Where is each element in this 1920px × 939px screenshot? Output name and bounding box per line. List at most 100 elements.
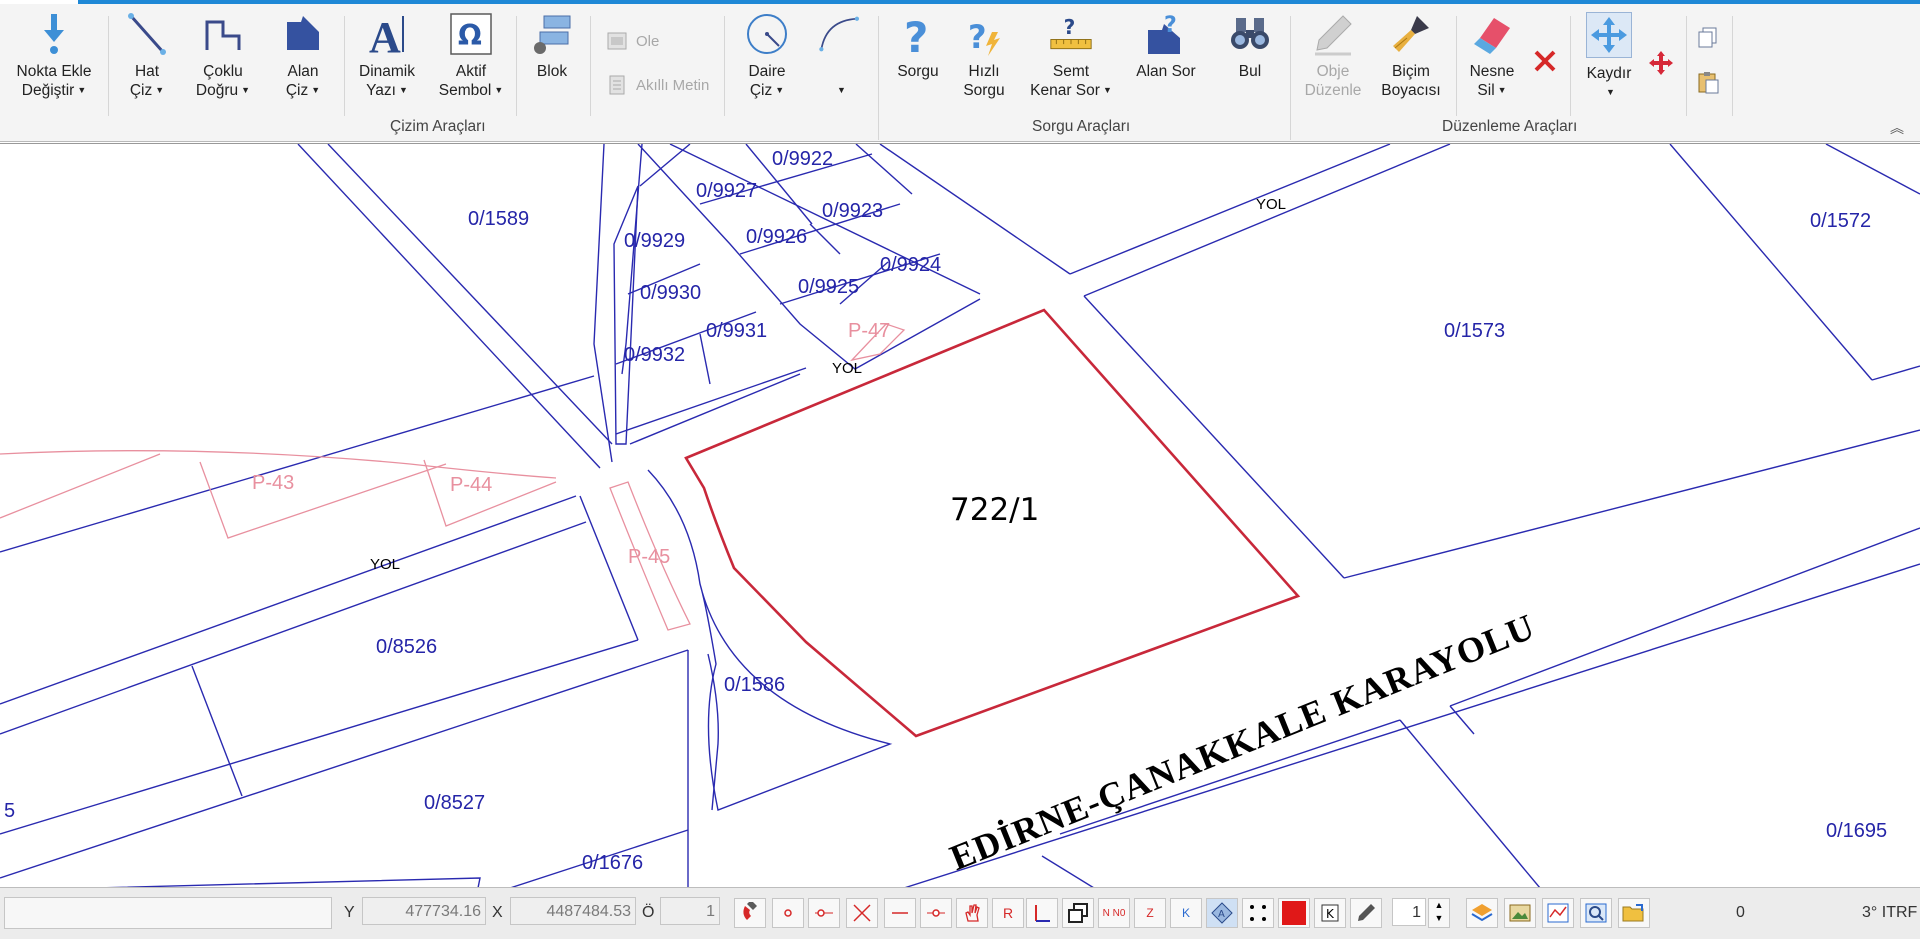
parcel-label[interactable]: 0/1695 <box>1826 820 1887 843</box>
spin-up-icon[interactable]: ▲ <box>1429 899 1449 912</box>
separator <box>1290 16 1291 116</box>
parcel-label[interactable]: 0/9930 <box>640 282 701 305</box>
road-label: YOL <box>370 556 401 573</box>
dinamik-yazi-label-1: Dinamik <box>359 63 415 80</box>
alan-ciz-button[interactable]: Alan Çiz ▼ <box>278 12 328 100</box>
parcel-label[interactable]: 0/8526 <box>376 636 437 659</box>
parcel-label[interactable]: 0/1586 <box>724 674 785 697</box>
yay-ciz-button[interactable]: ▼ <box>812 12 868 100</box>
selected-parcel-label[interactable]: 722/1 <box>950 492 1039 528</box>
hizli-sorgu-button[interactable]: ? Hızlı Sorgu <box>960 12 1008 100</box>
o-field[interactable]: 1 <box>660 897 720 925</box>
hat-ciz-button[interactable]: Hat Çiz ▼ <box>122 12 172 100</box>
step-value-field[interactable]: 1 <box>1392 898 1426 926</box>
z-icon[interactable]: Z <box>1134 898 1166 928</box>
color-swatch-icon[interactable] <box>1278 898 1310 928</box>
parcel-label[interactable]: 0/1573 <box>1444 320 1505 343</box>
daire-ciz-button[interactable]: Daire Çiz ▼ <box>742 12 792 100</box>
pink-label: P-45 <box>628 546 671 568</box>
snap-endpoint-icon[interactable] <box>808 898 840 928</box>
parcel-label[interactable]: 0/9925 <box>798 276 859 299</box>
group-label-duzenleme: Düzenleme Araçları <box>1442 118 1578 135</box>
obje-duzenle-label-1: Obje <box>1316 63 1350 80</box>
collapse-ribbon-icon[interactable]: ︽ <box>1890 118 1904 138</box>
map-canvas[interactable]: 0/9922 0/9927 0/9923 0/1589 0/9929 0/992… <box>0 143 1920 888</box>
separator <box>590 16 591 116</box>
x-label: X <box>492 904 503 921</box>
parcel-label[interactable]: 0/9927 <box>696 180 757 203</box>
coklu-dogru-button[interactable]: Çoklu Doğru ▼ <box>192 12 254 100</box>
step-spinner[interactable]: ▲ ▼ <box>1428 898 1450 928</box>
circle-draw-icon <box>745 12 789 56</box>
delete-x-icon[interactable] <box>1532 48 1558 74</box>
k-icon[interactable]: K <box>1170 898 1202 928</box>
grid-dots-icon[interactable] <box>1242 898 1274 928</box>
snap-intersection-icon[interactable] <box>846 898 878 928</box>
aktif-sembol-label-2: Sembol <box>438 82 492 99</box>
parcel-label[interactable]: 0/9923 <box>822 200 883 223</box>
separator <box>1570 16 1571 116</box>
parcel-label[interactable]: 0/9929 <box>624 230 685 253</box>
parcel-label[interactable]: 0/9932 <box>624 344 685 367</box>
ribbon: Nokta Ekle Değiştir ▼ Hat Çiz ▼ Çoklu Doğr… <box>0 4 1920 142</box>
pink-label: P-47 <box>848 320 891 342</box>
snap-midpoint-icon[interactable] <box>920 898 952 928</box>
parcel-label[interactable]: 0/1589 <box>468 208 529 231</box>
dropdown-caret-icon: ▼ <box>241 85 251 96</box>
akilli-metin-label: Akıllı Metin <box>636 76 710 94</box>
dinamik-yazi-button[interactable]: A Dinamik Yazı ▼ <box>352 12 422 100</box>
copy-icon[interactable] <box>1696 26 1720 50</box>
chart-icon[interactable] <box>1542 898 1574 928</box>
akilli-metin-button[interactable]: Akıllı Metin <box>606 74 709 96</box>
parcel-label[interactable]: 0/9924 <box>880 254 941 277</box>
snap-magnet-icon[interactable] <box>734 898 766 928</box>
separator <box>1686 16 1687 116</box>
dropdown-caret-icon: ▼ <box>398 85 408 96</box>
window-overlap-icon[interactable] <box>1062 898 1094 928</box>
parcel-label[interactable]: 0/9931 <box>706 320 767 343</box>
numbering-icon[interactable]: N N0 <box>1098 898 1130 928</box>
pink-label: P-43 <box>252 472 295 494</box>
bul-button[interactable]: Bul <box>1226 12 1274 81</box>
paste-icon[interactable] <box>1696 70 1720 94</box>
parcel-label[interactable]: 0/9926 <box>746 226 807 249</box>
image-icon[interactable] <box>1504 898 1536 928</box>
semt-kenar-sor-button[interactable]: ? Semt Kenar Sor ▼ <box>1026 12 1116 100</box>
nokta-ekle-button[interactable]: Nokta Ekle Değiştir ▼ <box>12 12 96 100</box>
y-coordinate-field[interactable]: 477734.16 <box>362 897 486 925</box>
small-move-icon[interactable] <box>1648 50 1674 76</box>
pan-hand-icon[interactable] <box>956 898 988 928</box>
aktif-sembol-button[interactable]: Ω Aktif Sembol ▼ <box>434 12 508 100</box>
blok-button[interactable]: Blok <box>530 12 574 81</box>
alan-sor-button[interactable]: ? Alan Sor <box>1134 12 1198 81</box>
kaydir-button[interactable]: Kaydır ▼ <box>1582 12 1636 102</box>
parcel-label[interactable]: 0/9922 <box>772 148 833 171</box>
spin-down-icon[interactable]: ▼ <box>1429 912 1449 925</box>
snap-r-icon[interactable]: R <box>992 898 1024 928</box>
open-folder-icon[interactable] <box>1618 898 1650 928</box>
layers-icon[interactable] <box>1466 898 1498 928</box>
sorgu-button[interactable]: ? Sorgu <box>894 12 942 81</box>
axis-icon[interactable] <box>1026 898 1058 928</box>
sorgu-label: Sorgu <box>897 63 939 80</box>
y-label: Y <box>344 904 355 921</box>
parcel-label[interactable]: 0/8527 <box>424 792 485 815</box>
snap-line-icon[interactable] <box>884 898 916 928</box>
nesne-sil-button[interactable]: Nesne Sil ▼ <box>1466 12 1518 100</box>
x-coordinate-field[interactable]: 4487484.53 <box>510 897 636 925</box>
svg-text:?: ? <box>904 13 928 56</box>
alan-sor-label: Alan Sor <box>1136 63 1196 80</box>
road-label: YOL <box>1256 196 1287 213</box>
parcel-label[interactable]: 5 <box>4 800 15 823</box>
pen-icon[interactable] <box>1350 898 1382 928</box>
zoom-preview-icon[interactable] <box>1580 898 1612 928</box>
ole-button[interactable]: Ole <box>606 30 659 52</box>
k-box-icon[interactable]: K <box>1314 898 1346 928</box>
parcel-label[interactable]: 0/1676 <box>582 852 643 875</box>
snap-point-icon[interactable] <box>772 898 804 928</box>
bicim-boyacisi-button[interactable]: Biçim Boyacısı <box>1378 12 1444 100</box>
obje-duzenle-button[interactable]: Obje Düzenle <box>1302 12 1364 100</box>
daire-ciz-label-1: Daire <box>748 63 786 80</box>
parcel-label[interactable]: 0/1572 <box>1810 210 1871 233</box>
active-snap-icon[interactable]: A <box>1206 898 1238 928</box>
